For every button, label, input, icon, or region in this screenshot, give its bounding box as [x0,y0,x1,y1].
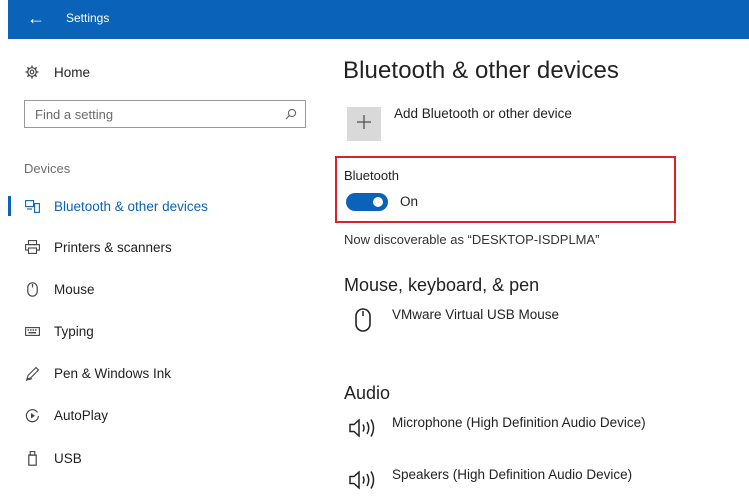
sidebar-item-home[interactable]: Home [24,60,90,84]
plus-icon [356,114,372,135]
bluetooth-highlight-box [335,156,676,223]
speaker-icon [348,465,378,495]
device-item-speakers[interactable]: Speakers (High Definition Audio Device) [348,465,632,501]
arrow-left-icon: ← [27,8,45,28]
sidebar-item-bluetooth[interactable]: Bluetooth & other devices [24,194,208,218]
section-heading-mouse-keyboard-pen: Mouse, keyboard, & pen [344,275,540,295]
sidebar-item-label: Bluetooth & other devices [54,198,208,214]
sidebar-item-label: USB [54,450,82,466]
mouse-icon [24,281,40,297]
printer-icon [24,239,40,255]
sidebar-item-label: Printers & scanners [54,239,172,255]
speaker-icon [348,413,378,443]
back-button[interactable]: ← [24,7,48,29]
sidebar-item-label: Pen & Windows Ink [54,365,172,381]
sidebar-item-label: AutoPlay [54,407,109,423]
device-item-vmware-mouse[interactable]: VMware Virtual USB Mouse [348,305,559,341]
search-box [24,100,306,128]
page-title: Bluetooth & other devices [343,57,620,84]
gear-icon [24,64,40,80]
sidebar-item-autoplay[interactable]: AutoPlay [24,403,108,427]
sidebar-item-pen[interactable]: Pen & Windows Ink [24,361,171,385]
discoverable-status: Now discoverable as “DESKTOP-ISDPLMA” [344,232,600,247]
bluetooth-toggle-state: On [400,194,419,209]
usb-icon [24,450,40,466]
sidebar-item-usb[interactable]: USB [24,446,82,470]
add-device-button[interactable] [347,107,381,141]
search-icon[interactable] [277,108,305,120]
keyboard-icon [24,323,40,339]
sidebar-item-label: Mouse [54,281,95,297]
autoplay-icon [24,407,40,423]
pen-icon [24,365,40,381]
device-item-microphone[interactable]: Microphone (High Definition Audio Device… [348,413,646,449]
toggle-knob [373,197,383,207]
device-name: Microphone (High Definition Audio Device… [392,415,646,430]
section-heading-audio: Audio [344,383,391,403]
main-content: Bluetooth & other devices Add Bluetooth … [326,39,749,493]
sidebar-item-printers[interactable]: Printers & scanners [24,235,172,259]
sidebar-item-mouse[interactable]: Mouse [24,277,95,301]
add-device-label[interactable]: Add Bluetooth or other device [394,106,572,121]
sidebar-item-typing[interactable]: Typing [24,319,94,343]
bluetooth-devices-icon [24,198,40,214]
sidebar: Home Devices Bluetooth & other devices P… [8,39,326,493]
mouse-icon [348,305,378,335]
sidebar-item-label: Typing [54,323,94,339]
active-indicator [8,196,11,216]
device-name: VMware Virtual USB Mouse [392,307,560,322]
device-name: Speakers (High Definition Audio Device) [392,467,633,482]
section-heading-devices: Devices [24,161,71,176]
title-bar: ← Settings [8,0,749,39]
sidebar-item-label: Home [54,64,91,80]
window-title: Settings [66,11,110,25]
search-input[interactable] [25,103,277,125]
bluetooth-toggle[interactable] [346,193,388,211]
bluetooth-label: Bluetooth [344,168,399,183]
